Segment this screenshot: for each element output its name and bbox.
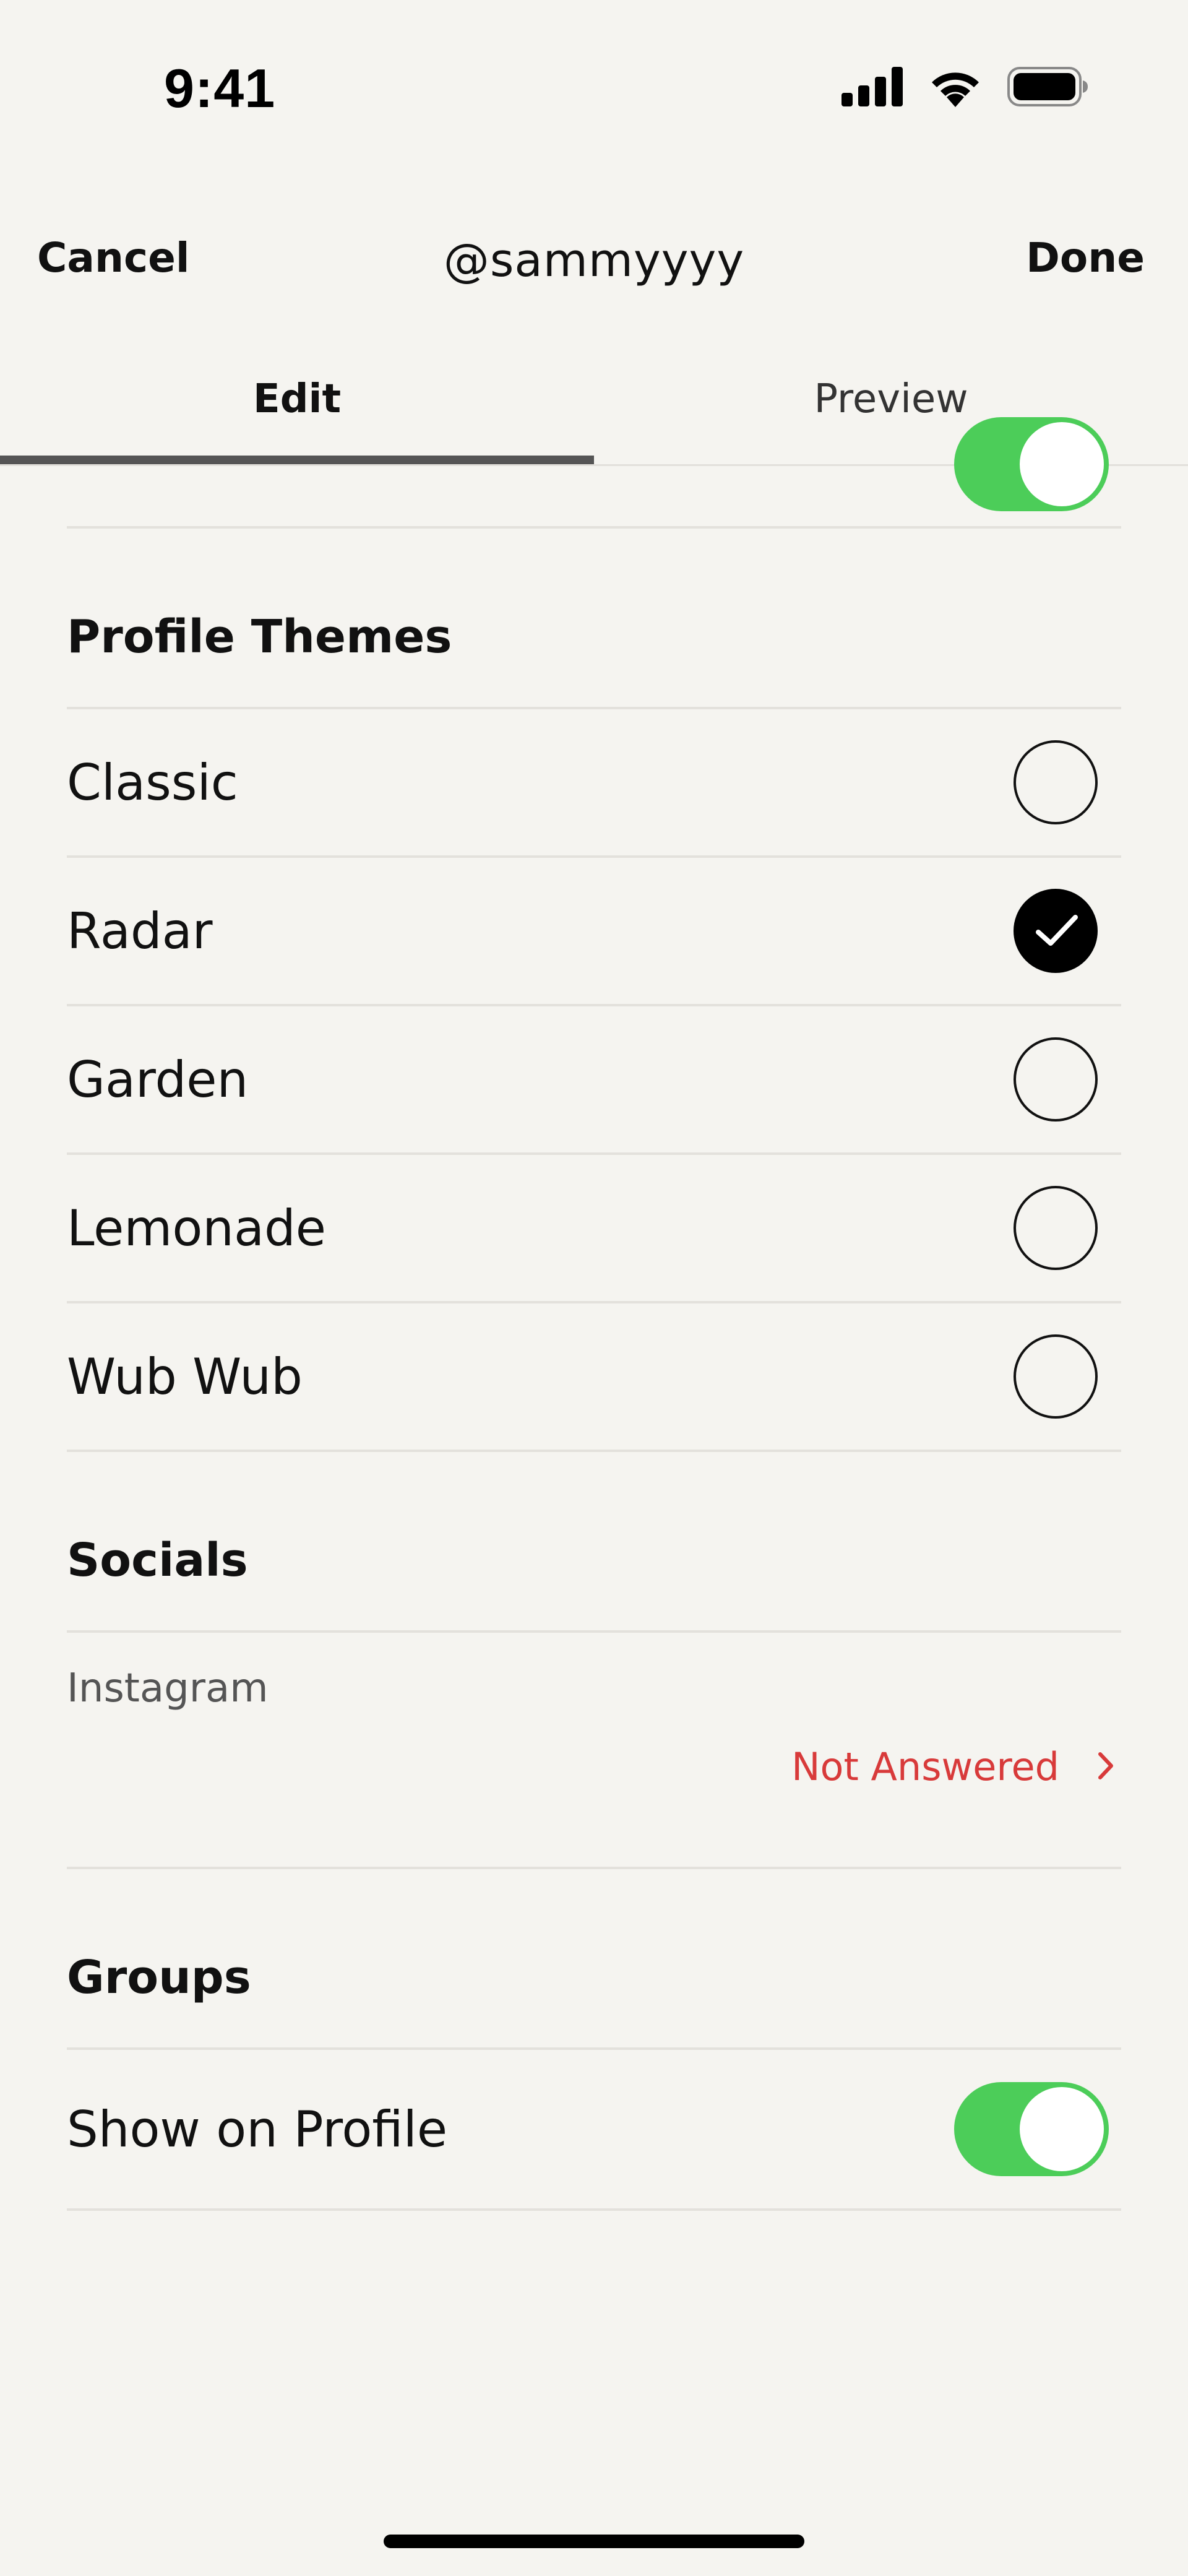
radio-checked-icon[interactable] (1014, 889, 1098, 973)
theme-option-label: Radar (67, 902, 213, 960)
theme-option-garden[interactable]: Garden (67, 1006, 1121, 1152)
done-button[interactable]: Done (1026, 234, 1145, 282)
theme-option-label: Wub Wub (67, 1347, 303, 1406)
cellular-signal-icon (842, 67, 903, 109)
theme-option-lemonade[interactable]: Lemonade (67, 1155, 1121, 1301)
theme-option-label: Lemonade (67, 1199, 326, 1257)
page-title: @sammyyyy (443, 234, 745, 287)
edit-profile-content: Profile Themes Classic Radar Garden Lemo… (67, 417, 1121, 2211)
battery-icon (1007, 67, 1089, 109)
theme-option-label: Classic (67, 753, 238, 811)
social-item-label: Instagram (67, 1666, 269, 1711)
profile-themes-header: Profile Themes (67, 610, 452, 663)
home-indicator (384, 2535, 804, 2548)
toggle-knob (1020, 2087, 1104, 2171)
show-on-profile-toggle[interactable] (954, 2082, 1109, 2176)
socials-header: Socials (67, 1534, 248, 1587)
wifi-icon (928, 66, 983, 110)
nav-bar: Cancel @sammyyyy Done (0, 223, 1188, 297)
partially-visible-row (67, 417, 1121, 526)
theme-option-wub-wub[interactable]: Wub Wub (67, 1303, 1121, 1450)
theme-option-radar[interactable]: Radar (67, 858, 1121, 1004)
tab-selected-indicator (0, 456, 594, 464)
groups-header: Groups (67, 1951, 251, 2004)
theme-option-classic[interactable]: Classic (67, 709, 1121, 855)
not-answered-status: Not Answered (791, 1744, 1059, 1789)
tab-edit[interactable]: Edit (0, 365, 594, 465)
status-time: 9:41 (164, 58, 276, 119)
radio-unchecked-icon[interactable] (1014, 1334, 1098, 1419)
toggle-knob (1020, 422, 1104, 506)
radio-unchecked-icon[interactable] (1014, 1037, 1098, 1122)
show-on-profile-label: Show on Profile (67, 2100, 448, 2158)
show-on-profile-row: Show on Profile (67, 2050, 1121, 2208)
status-icons (842, 66, 1089, 110)
social-item-instagram[interactable]: Instagram Not Answered (67, 1633, 1121, 1867)
radio-unchecked-icon[interactable] (1014, 740, 1098, 824)
partial-toggle-switch[interactable] (954, 417, 1109, 511)
theme-option-label: Garden (67, 1050, 249, 1109)
chevron-right-icon (1096, 1744, 1115, 1789)
radio-unchecked-icon[interactable] (1014, 1186, 1098, 1270)
status-bar: 9:41 (0, 0, 1188, 173)
social-item-status-row[interactable]: Not Answered (67, 1738, 1121, 1867)
divider (67, 2208, 1121, 2211)
